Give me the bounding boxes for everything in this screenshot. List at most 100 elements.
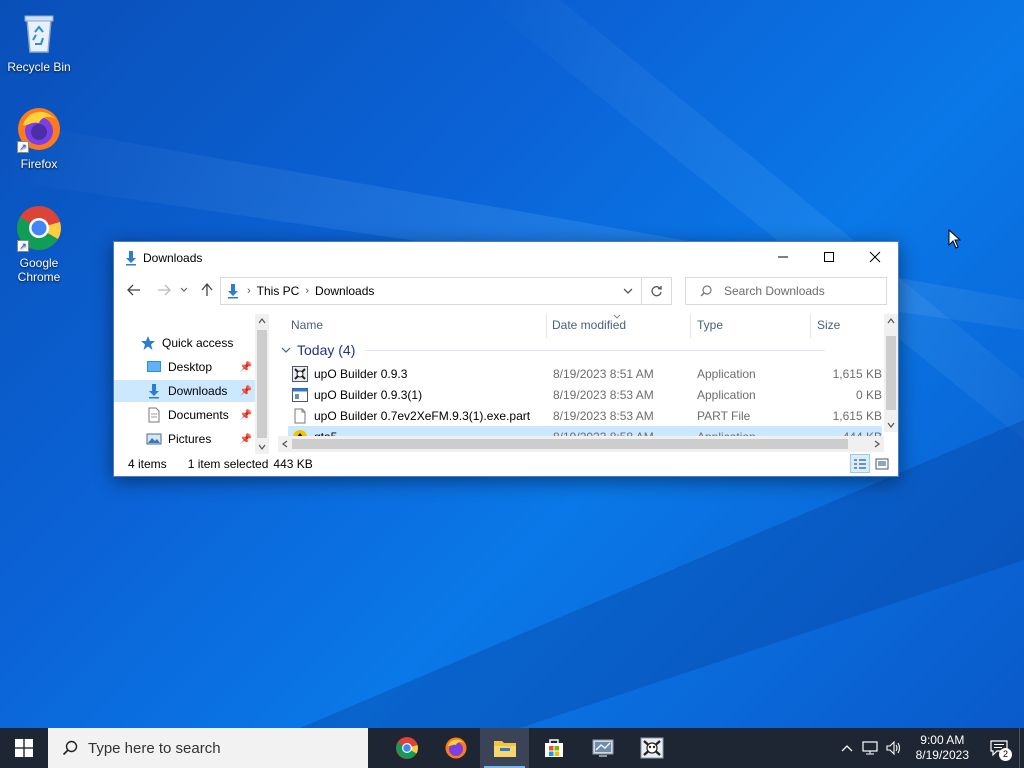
- address-history-chevron-icon[interactable]: [623, 288, 633, 294]
- group-header-today[interactable]: Today (4): [278, 340, 826, 360]
- search-icon: [62, 740, 78, 756]
- notification-count-badge: 2: [999, 748, 1012, 761]
- action-center-button[interactable]: 2: [979, 728, 1019, 768]
- nav-item-label: Downloads: [168, 384, 228, 398]
- scroll-down-icon[interactable]: [258, 444, 266, 450]
- column-header-type[interactable]: Type: [697, 318, 723, 338]
- file-type: Application: [697, 387, 756, 402]
- address-bar[interactable]: › This PC › Downloads: [220, 277, 642, 305]
- file-size: 1,615 KB: [832, 366, 882, 381]
- show-desktop-button[interactable]: [1019, 728, 1024, 768]
- app-window-icon: [292, 387, 308, 402]
- pin-icon: 📌: [239, 385, 252, 397]
- skull-app-icon: [640, 737, 663, 759]
- taskbar-app-firefox[interactable]: [431, 728, 480, 768]
- nav-item-quick-access[interactable]: Quick access: [114, 332, 256, 354]
- details-view-button[interactable]: [850, 454, 870, 473]
- taskbar-app-store[interactable]: [529, 728, 578, 768]
- nav-pane-scroll-thumb[interactable]: [257, 330, 267, 438]
- desktop-icon-recycle-bin[interactable]: Recycle Bin: [4, 8, 74, 74]
- app-skull-icon: [292, 365, 308, 382]
- breadcrumb-this-pc[interactable]: This PC: [257, 284, 300, 298]
- taskbar-search-box[interactable]: Type here to search: [48, 728, 368, 768]
- nav-item-documents[interactable]: Documents 📌: [114, 404, 256, 426]
- column-divider[interactable]: [690, 314, 691, 338]
- maximize-button[interactable]: [806, 242, 852, 272]
- large-icons-view-button[interactable]: [872, 454, 892, 473]
- documents-icon: [148, 407, 160, 423]
- column-header-name[interactable]: Name: [291, 318, 323, 338]
- nav-item-downloads[interactable]: Downloads 📌: [114, 380, 256, 402]
- scroll-right-icon[interactable]: [874, 440, 880, 448]
- desktop-folder-icon: [147, 361, 161, 372]
- taskbar-app-skull[interactable]: [627, 728, 676, 768]
- file-row[interactable]: upO Builder 0.7ev2XeFM.9.3(1).exe.part 8…: [288, 405, 882, 426]
- horizontal-scroll-thumb[interactable]: [292, 439, 848, 449]
- taskbar-clock[interactable]: 9:00 AM 8/19/2023: [916, 733, 969, 763]
- chrome-icon: ↗: [15, 204, 63, 252]
- file-list-scroll-thumb[interactable]: [886, 336, 896, 410]
- scroll-left-icon[interactable]: [282, 440, 288, 448]
- shortcut-arrow-icon: ↗: [17, 141, 29, 153]
- forward-arrow-icon: [158, 284, 171, 296]
- windows-logo-icon: [15, 739, 33, 757]
- show-hidden-icons-button[interactable]: [836, 744, 858, 752]
- file-row[interactable]: upO Builder 0.9.3 8/19/2023 8:51 AM Appl…: [288, 363, 882, 384]
- file-type: Application: [697, 366, 756, 381]
- shortcut-arrow-icon: ↗: [17, 240, 29, 252]
- up-button[interactable]: [196, 279, 218, 301]
- taskbar-app-file-explorer[interactable]: [480, 728, 529, 768]
- column-divider[interactable]: [546, 314, 547, 338]
- chevron-down-icon: [180, 287, 188, 292]
- status-selection: 1 item selected: [187, 457, 269, 471]
- status-bar: 4 items 1 item selected 443 KB: [114, 452, 898, 476]
- window-title: Downloads: [143, 250, 203, 265]
- file-list-horizontal-scrollbar[interactable]: [278, 436, 884, 452]
- scroll-down-icon[interactable]: [887, 422, 895, 428]
- column-header-size[interactable]: Size: [817, 318, 840, 338]
- taskbar-app-chrome[interactable]: [382, 728, 431, 768]
- column-header-date[interactable]: Date modified: [552, 318, 626, 338]
- taskbar-app-network-tool[interactable]: [578, 728, 627, 768]
- file-name: upO Builder 0.9.3(1): [314, 387, 423, 402]
- file-row[interactable]: upO Builder 0.9.3(1) 8/19/2023 8:53 AM A…: [288, 384, 882, 405]
- pin-icon: 📌: [239, 361, 252, 373]
- pin-icon: 📌: [239, 409, 252, 421]
- file-size: 1,615 KB: [832, 408, 882, 423]
- minimize-button[interactable]: [760, 242, 806, 272]
- refresh-button[interactable]: [642, 277, 672, 305]
- star-icon: [141, 336, 155, 350]
- file-list-vertical-scrollbar[interactable]: [884, 314, 898, 432]
- network-icon: [862, 741, 878, 755]
- file-explorer-icon: [493, 741, 516, 757]
- chevron-up-icon: [841, 745, 853, 752]
- nav-item-pictures[interactable]: Pictures 📌: [114, 428, 256, 450]
- close-button[interactable]: [852, 242, 898, 272]
- column-divider[interactable]: [810, 314, 811, 338]
- scroll-up-icon[interactable]: [258, 318, 266, 324]
- search-input[interactable]: Search Downloads: [685, 277, 887, 305]
- forward-button[interactable]: [153, 279, 175, 301]
- desktop-icon-firefox[interactable]: ↗ Firefox: [4, 105, 74, 171]
- back-button[interactable]: [123, 279, 145, 301]
- back-arrow-icon: [127, 284, 140, 296]
- breadcrumb-separator-icon: ›: [247, 285, 251, 297]
- desktop-icon-label: Google Chrome: [17, 256, 61, 284]
- title-bar[interactable]: Downloads: [114, 242, 898, 273]
- recent-locations-button[interactable]: [176, 279, 192, 301]
- file-date: 8/19/2023 8:51 AM: [553, 366, 654, 381]
- details-view-icon: [854, 458, 866, 469]
- scroll-up-icon[interactable]: [887, 318, 895, 324]
- group-label: Today (4): [297, 342, 356, 358]
- breadcrumb-separator-icon: ›: [305, 285, 310, 297]
- explorer-body: Quick access Desktop 📌 Downloads 📌 Docum…: [114, 314, 898, 454]
- network-tray-button[interactable]: [858, 741, 882, 755]
- nav-item-desktop[interactable]: Desktop 📌: [114, 356, 256, 378]
- volume-tray-button[interactable]: [882, 741, 906, 755]
- pictures-icon: [146, 433, 162, 445]
- desktop-icon-chrome[interactable]: ↗ Google Chrome: [4, 204, 74, 284]
- search-icon: [700, 285, 712, 297]
- start-button[interactable]: [0, 728, 48, 768]
- nav-pane-scrollbar[interactable]: [255, 314, 269, 454]
- breadcrumb-downloads[interactable]: Downloads: [315, 284, 374, 298]
